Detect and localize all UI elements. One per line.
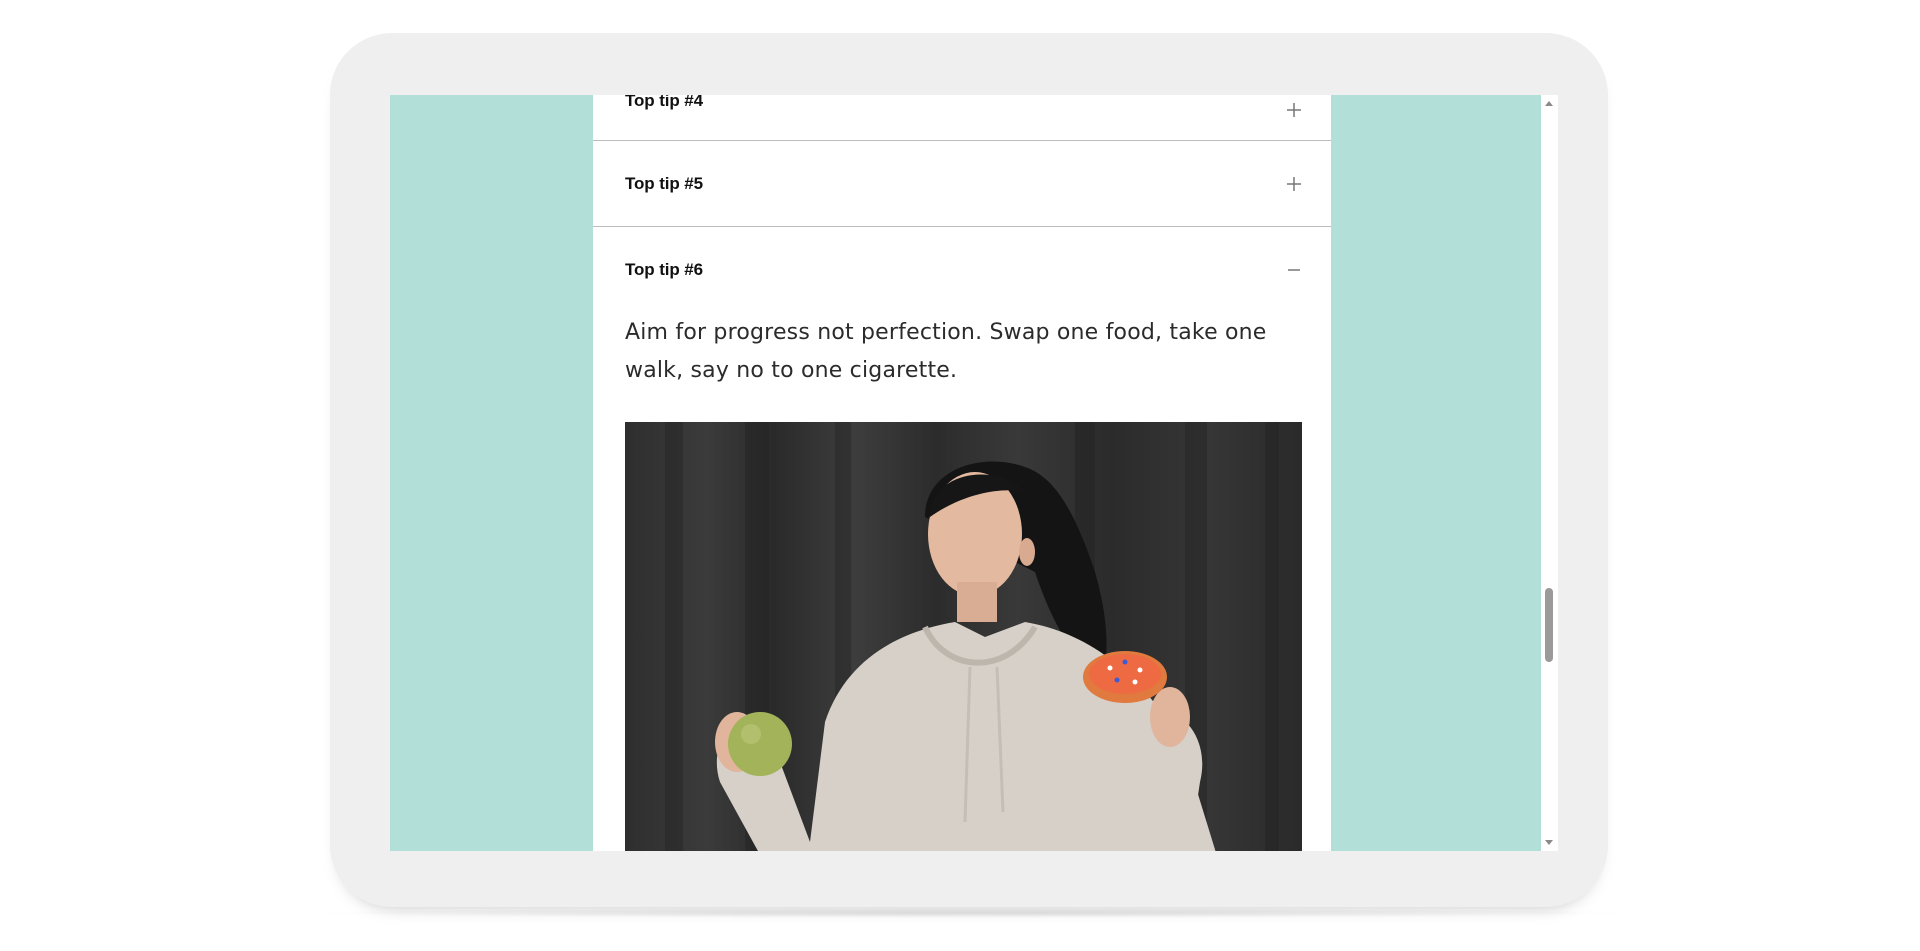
scroll-up-arrow-icon[interactable] <box>1545 101 1553 106</box>
accordion-panel: Aim for progress not perfection. Swap on… <box>593 312 1331 851</box>
accordion-title: Top tip #5 <box>625 173 704 193</box>
content-column: Top tip #4 Top tip #5 Top tip #6 Aim for… <box>593 95 1331 851</box>
accordion-header-top-tip-4[interactable]: Top tip #4 <box>593 95 1331 140</box>
screen: Top tip #4 Top tip #5 Top tip #6 Aim for… <box>390 95 1550 851</box>
scroll-down-arrow-icon[interactable] <box>1545 840 1553 845</box>
accordion-item-top-tip-6: Top tip #6 Aim for progress not perfecti… <box>593 227 1331 851</box>
woman-holding-apple-and-donut-image <box>665 422 1279 851</box>
device-shadow <box>300 908 1640 918</box>
plus-icon[interactable] <box>1285 101 1303 119</box>
tip-text: Aim for progress not perfection. Swap on… <box>625 320 1267 383</box>
accordion-item-top-tip-4: Top tip #4 <box>593 95 1331 141</box>
accordion-header-top-tip-5[interactable]: Top tip #5 <box>593 141 1331 226</box>
scrollbar-thumb[interactable] <box>1545 588 1553 662</box>
plus-icon[interactable] <box>1285 175 1303 193</box>
minus-icon[interactable] <box>1285 261 1303 279</box>
accordion-title: Top tip #4 <box>625 95 704 110</box>
accordion-title: Top tip #6 <box>625 259 704 279</box>
tip-photo <box>625 422 1302 851</box>
accordion-item-top-tip-5: Top tip #5 <box>593 141 1331 227</box>
accordion-header-top-tip-6[interactable]: Top tip #6 <box>593 227 1331 312</box>
vertical-scrollbar[interactable] <box>1541 95 1558 851</box>
